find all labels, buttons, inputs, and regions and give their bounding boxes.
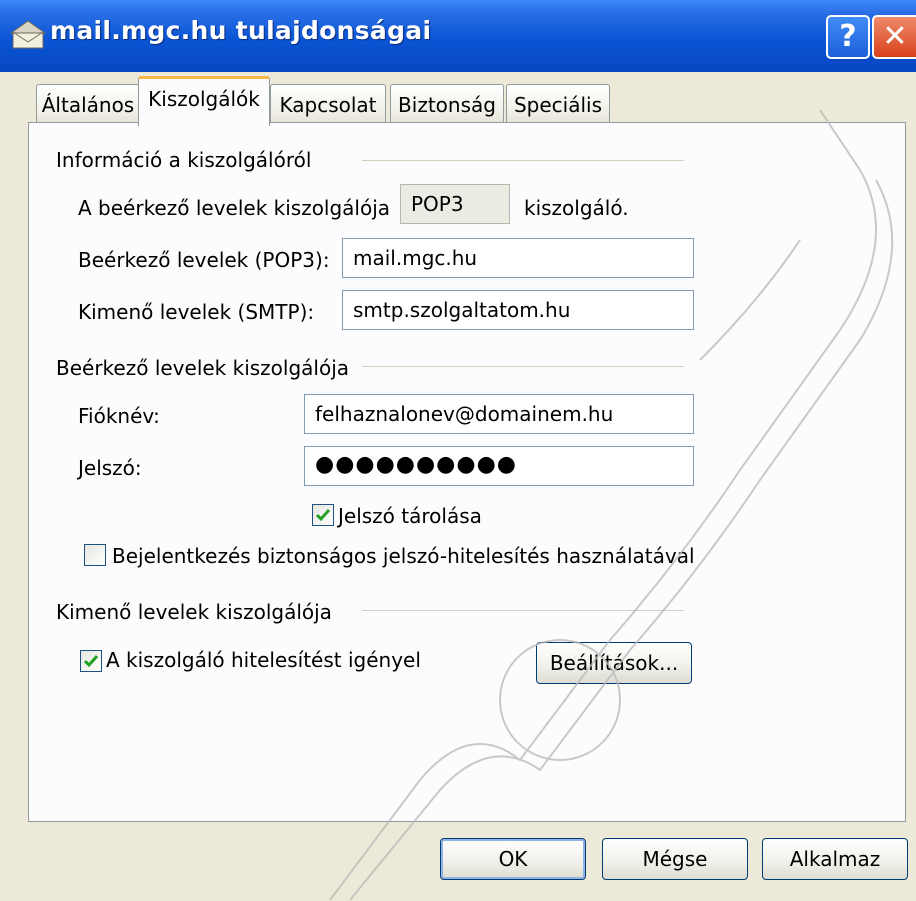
remember-password-label: Jelszó tárolása (338, 504, 482, 528)
tab-connection[interactable]: Kapcsolat (270, 84, 386, 124)
tab-security[interactable]: Biztonság (390, 84, 504, 124)
incoming-server-label: Beérkező levelek (POP3): (78, 248, 330, 272)
ok-button[interactable]: OK (440, 838, 586, 880)
incoming-server-field[interactable]: mail.mgc.hu (342, 238, 694, 278)
account-name-field[interactable]: felhaznalonev@domainem.hu (304, 394, 694, 434)
checkmark-icon (315, 509, 331, 522)
remember-password-checkbox[interactable] (312, 504, 334, 526)
checkmark-icon (83, 655, 99, 668)
separator (362, 366, 684, 367)
account-name-label: Fióknév: (78, 404, 160, 428)
separator (362, 160, 684, 161)
title-bar[interactable]: mail.mgc.hu tulajdonságai ? ✕ (0, 0, 916, 72)
window-title: mail.mgc.hu tulajdonságai (50, 16, 432, 45)
incoming-type-field: POP3 (400, 184, 510, 224)
spa-label: Bejelentkezés biztonságos jelszó-hiteles… (112, 544, 695, 568)
incoming-type-suffix: kiszolgáló. (524, 196, 629, 220)
tab-servers[interactable]: Kiszolgálók (138, 76, 270, 126)
spa-checkbox[interactable] (84, 544, 106, 566)
incoming-type-label: A beérkező levelek kiszolgálója (78, 196, 391, 220)
password-field[interactable]: ●●●●●●●●●● (304, 446, 694, 486)
password-label: Jelszó: (78, 456, 142, 480)
incoming-section-heading: Beérkező levelek kiszolgálója (56, 356, 350, 380)
mail-server-icon (10, 20, 46, 49)
separator (362, 610, 684, 611)
settings-button[interactable]: Beállítások... (536, 642, 692, 684)
outgoing-section-heading: Kimenő levelek kiszolgálója (56, 600, 332, 624)
tab-advanced[interactable]: Speciális (506, 84, 610, 124)
server-info-heading: Információ a kiszolgálóról (56, 148, 312, 172)
outgoing-server-field[interactable]: smtp.szolgaltatom.hu (342, 290, 694, 330)
smtp-auth-label: A kiszolgáló hitelesítést igényel (106, 648, 421, 672)
smtp-auth-checkbox[interactable] (80, 650, 102, 672)
apply-button[interactable]: Alkalmaz (762, 838, 908, 880)
outgoing-server-label: Kimenő levelek (SMTP): (78, 300, 315, 324)
tab-general[interactable]: Általános (36, 84, 140, 124)
cancel-button[interactable]: Mégse (602, 838, 748, 880)
help-button[interactable]: ? (826, 15, 870, 59)
close-button[interactable]: ✕ (872, 15, 916, 59)
